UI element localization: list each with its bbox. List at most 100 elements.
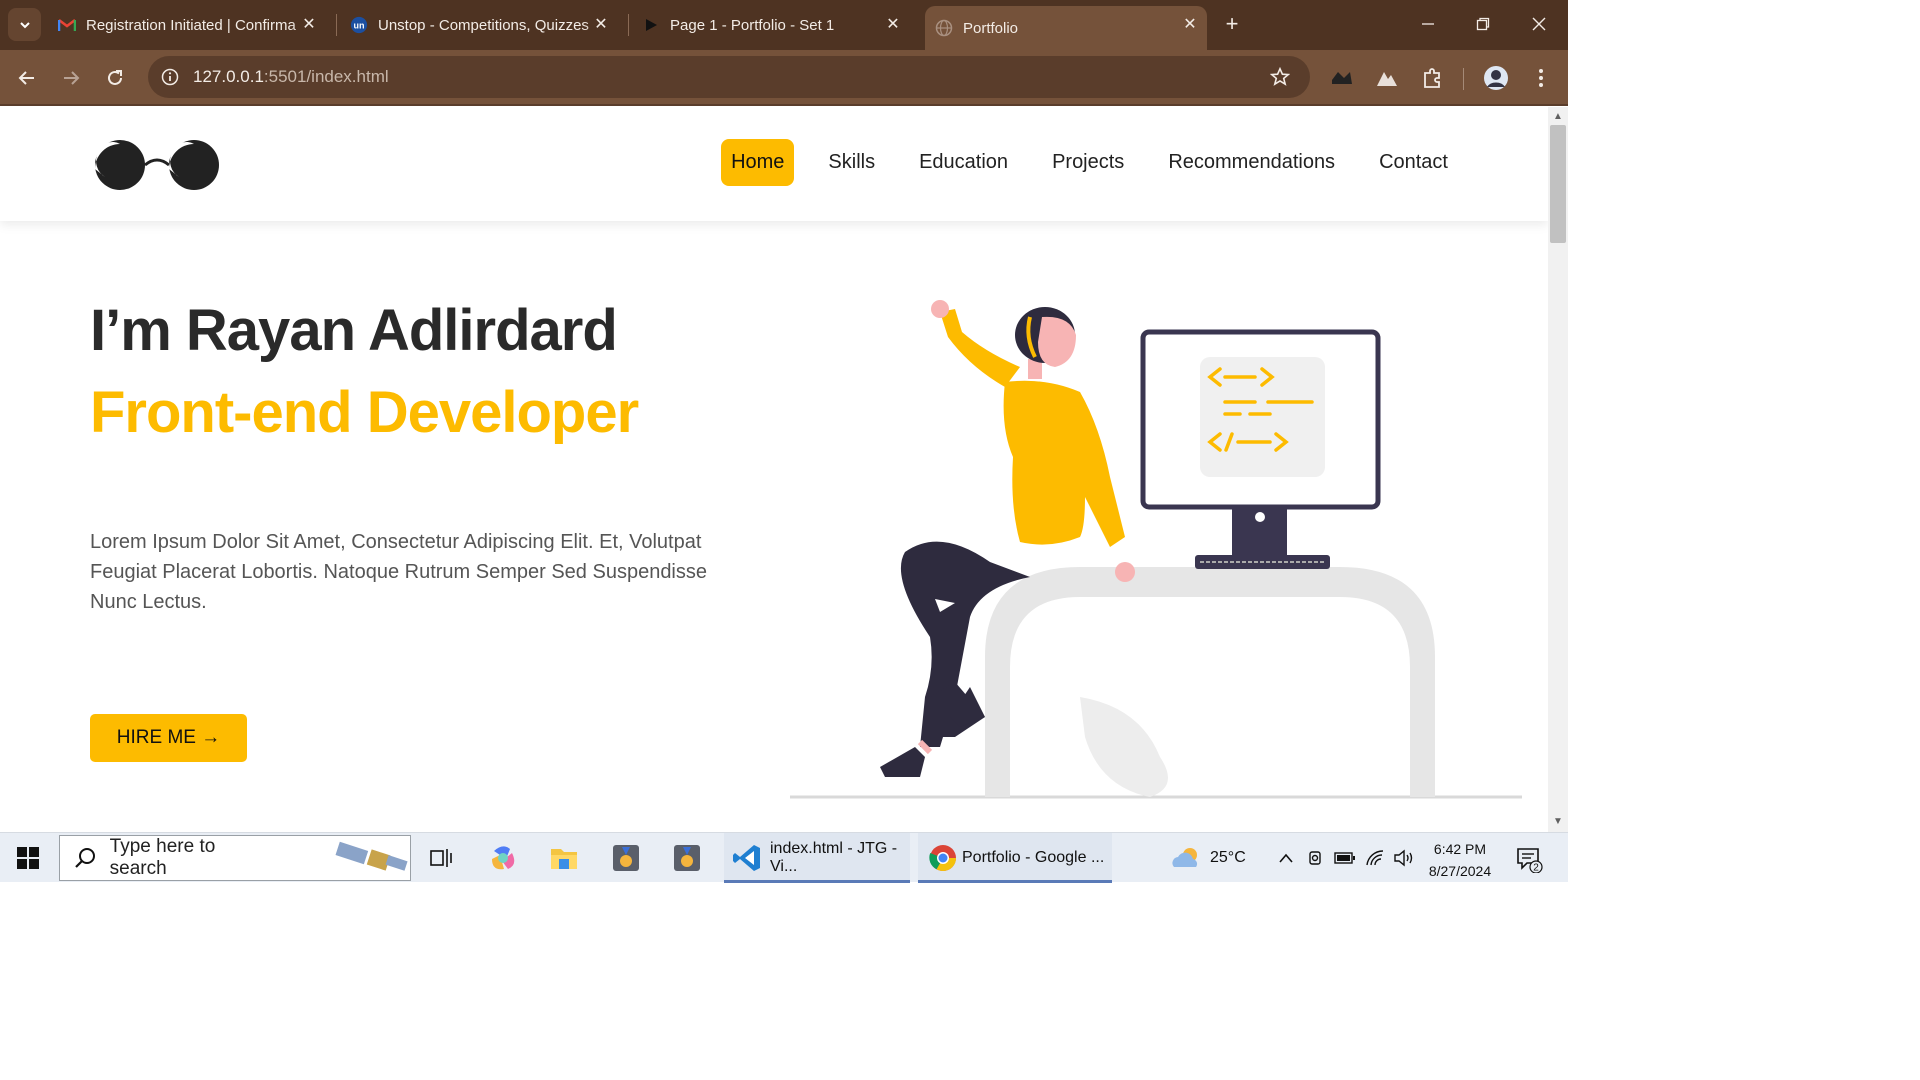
close-tab-icon[interactable]: ✕ xyxy=(1181,16,1199,34)
url-host: 127.0.0.1 xyxy=(193,67,264,86)
windows-logo-icon xyxy=(17,847,39,869)
main-nav: Home Skills Education Projects Recommend… xyxy=(721,139,1458,186)
svg-text:un: un xyxy=(354,21,365,31)
hero-name: I’m Rayan Adlirdard xyxy=(90,298,618,363)
system-clock[interactable]: 6:42 PM 8/27/2024 xyxy=(1420,838,1500,882)
tab-separator xyxy=(628,14,629,36)
restore-icon xyxy=(1476,17,1490,31)
hire-me-button[interactable]: HIRE ME → xyxy=(90,714,247,762)
globe-icon xyxy=(935,19,953,37)
tab-figma-page[interactable]: Page 1 - Portfolio - Set 1 ✕ xyxy=(642,6,910,44)
satellite-search-highlight-icon xyxy=(335,841,408,871)
nav-projects[interactable]: Projects xyxy=(1042,139,1134,186)
reload-icon xyxy=(108,70,122,85)
bookmark-star-icon[interactable] xyxy=(1268,65,1292,89)
clock-time: 6:42 PM xyxy=(1433,841,1487,857)
weather-widget[interactable]: 25°C xyxy=(1170,833,1246,883)
taskbar-search[interactable]: Type here to search xyxy=(59,835,411,881)
notification-center-icon[interactable]: 2 xyxy=(1515,845,1543,874)
file-explorer-icon[interactable] xyxy=(548,842,580,874)
figma-play-icon xyxy=(642,16,660,34)
restore-button[interactable] xyxy=(1461,8,1505,40)
notification-count: 2 xyxy=(1533,863,1539,874)
tab-title: Portfolio xyxy=(963,19,1019,37)
back-button[interactable] xyxy=(11,62,43,94)
copilot-icon[interactable] xyxy=(487,842,519,874)
speaker-volume-icon[interactable] xyxy=(1388,842,1420,874)
scrollbar-thumb[interactable] xyxy=(1550,125,1566,243)
close-icon xyxy=(1532,17,1546,31)
tab-title: Page 1 - Portfolio - Set 1 xyxy=(670,16,835,34)
browser-menu-icon[interactable] xyxy=(1527,64,1555,92)
page-scrollbar[interactable]: ▲ ▼ xyxy=(1548,107,1568,832)
site-header: Home Skills Education Projects Recommend… xyxy=(0,107,1548,221)
arrow-left-icon xyxy=(18,71,34,85)
url-text[interactable]: 127.0.0.1:5501/index.html xyxy=(193,67,389,87)
minimize-button[interactable] xyxy=(1406,8,1450,40)
forward-button[interactable] xyxy=(55,62,87,94)
arrow-right-icon xyxy=(64,71,80,85)
developer-illustration xyxy=(790,300,1522,799)
meet-now-icon[interactable] xyxy=(1300,842,1332,874)
active-app-indicator xyxy=(918,880,1112,883)
tab-portfolio[interactable]: Portfolio ✕ xyxy=(925,6,1207,50)
windows-taskbar: Type here to search index.html - JTG - V… xyxy=(0,832,1568,883)
scroll-up-icon[interactable]: ▲ xyxy=(1552,111,1564,123)
active-app-indicator xyxy=(724,880,910,883)
browser-toolbar: 127.0.0.1:5501/index.html xyxy=(0,50,1568,106)
scroll-down-icon[interactable]: ▼ xyxy=(1552,816,1564,828)
taskbar-app-label: index.html - JTG - Vi... xyxy=(770,840,898,875)
nav-recommendations[interactable]: Recommendations xyxy=(1158,139,1345,186)
tab-search-button[interactable] xyxy=(8,8,41,41)
tab-title: Registration Initiated | Confirma xyxy=(86,16,296,34)
search-icon xyxy=(60,847,110,869)
site-info-icon[interactable] xyxy=(158,65,182,89)
extension-icon[interactable] xyxy=(1328,64,1356,92)
nav-contact[interactable]: Contact xyxy=(1369,139,1458,186)
app-medal-icon[interactable] xyxy=(671,842,703,874)
address-bar[interactable]: 127.0.0.1:5501/index.html xyxy=(148,56,1310,98)
extensions-puzzle-icon[interactable] xyxy=(1418,64,1446,92)
browser-tab-bar: Registration Initiated | Confirma ✕ un U… xyxy=(0,0,1568,50)
search-placeholder: Type here to search xyxy=(109,836,216,879)
taskbar-app-label: Portfolio - Google ... xyxy=(962,849,1105,866)
battery-icon[interactable] xyxy=(1329,842,1361,874)
chrome-icon xyxy=(928,843,958,873)
tab-gmail[interactable]: Registration Initiated | Confirma ✕ xyxy=(58,6,326,44)
windows-start-button[interactable] xyxy=(10,843,46,873)
hero-description: Lorem Ipsum Dolor Sit Amet, Consectetur … xyxy=(90,531,708,613)
tab-unstop[interactable]: un Unstop - Competitions, Quizzes ✕ xyxy=(350,6,618,44)
clock-date: 8/27/2024 xyxy=(1428,863,1492,879)
app-medal-icon[interactable] xyxy=(610,842,642,874)
unstop-icon: un xyxy=(350,16,368,34)
logo-glasses-icon[interactable] xyxy=(93,137,223,193)
tab-title: Unstop - Competitions, Quizzes xyxy=(378,16,589,34)
tab-separator xyxy=(336,14,337,36)
hero-role: Front-end Developer xyxy=(90,380,639,445)
cloud-weather-icon xyxy=(1172,848,1198,867)
reload-button[interactable] xyxy=(99,62,131,94)
minimize-icon xyxy=(1422,23,1434,25)
close-tab-icon[interactable]: ✕ xyxy=(592,16,610,34)
new-tab-icon[interactable]: + xyxy=(1220,12,1244,36)
nav-home[interactable]: Home xyxy=(721,139,795,186)
show-hidden-icons-chevron-up-icon[interactable] xyxy=(1270,842,1302,874)
toolbar-separator xyxy=(1463,68,1464,90)
page-viewport: Home Skills Education Projects Recommend… xyxy=(0,107,1548,832)
wifi-icon[interactable] xyxy=(1359,842,1391,874)
weather-temperature: 25°C xyxy=(1210,849,1246,866)
taskbar-app-vscode[interactable]: index.html - JTG - Vi... xyxy=(724,833,910,883)
close-tab-icon[interactable]: ✕ xyxy=(300,16,318,34)
profile-avatar[interactable] xyxy=(1482,64,1510,92)
taskbar-app-chrome[interactable]: Portfolio - Google ... xyxy=(918,833,1112,883)
nav-skills[interactable]: Skills xyxy=(818,139,885,186)
task-view-icon[interactable] xyxy=(425,842,457,874)
nav-education[interactable]: Education xyxy=(909,139,1018,186)
vscode-icon xyxy=(732,843,762,873)
gmail-icon xyxy=(58,16,76,34)
chevron-down-icon xyxy=(19,21,30,28)
close-window-button[interactable] xyxy=(1517,8,1561,40)
extension-mountain-icon[interactable] xyxy=(1373,64,1401,92)
url-path: :5501/index.html xyxy=(263,67,389,86)
close-tab-icon[interactable]: ✕ xyxy=(884,16,902,34)
